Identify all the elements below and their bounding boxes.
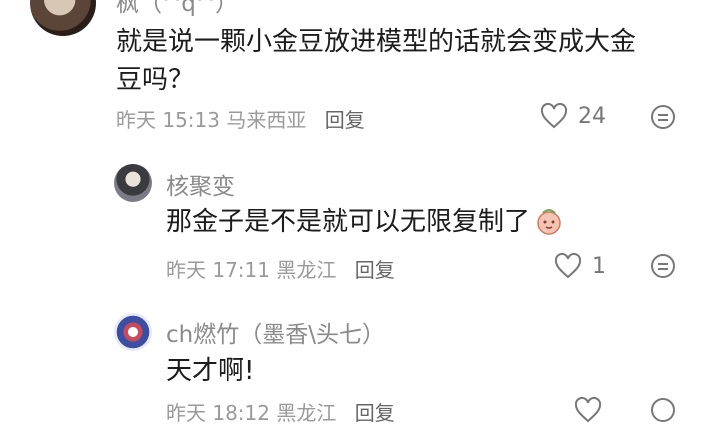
comment-author[interactable]: ch燃竹（墨香\头七） <box>166 315 385 349</box>
comment-meta: 昨天 17:11 黑龙江 回复 <box>166 254 395 283</box>
heart-icon[interactable] <box>574 397 602 423</box>
emoji-icon <box>534 206 564 236</box>
more-icon[interactable] <box>650 104 676 130</box>
comment-text-continued: 豆吗？ <box>116 65 195 95</box>
like-count: 24 <box>578 103 606 129</box>
like-button[interactable]: 24 <box>540 103 606 129</box>
heart-icon <box>540 103 568 129</box>
comment-meta: 昨天 18:12 黑龙江 回复 <box>166 397 395 426</box>
comment-author[interactable]: 枫（^q^） <box>116 0 238 18</box>
comment-meta: 昨天 15:13 马来西亚 回复 <box>116 104 365 133</box>
comment-time: 昨天 17:11 <box>166 258 270 282</box>
reply-button[interactable]: 回复 <box>355 258 395 282</box>
more-icon[interactable] <box>650 253 676 279</box>
comment-text: 就是说一颗小金豆放进模型的话就会变成大金 <box>116 27 637 57</box>
avatar[interactable] <box>114 164 152 202</box>
more-icon[interactable] <box>650 397 676 423</box>
heart-icon <box>554 253 582 279</box>
reply-button[interactable]: 回复 <box>325 108 365 132</box>
comment-text: 那金子是不是就可以无限复制了 <box>166 203 564 241</box>
like-count: 1 <box>592 253 606 279</box>
like-button[interactable]: 1 <box>554 253 606 279</box>
avatar[interactable] <box>30 0 96 36</box>
avatar[interactable] <box>114 313 152 351</box>
comment-time: 昨天 15:13 <box>116 108 220 132</box>
comment-location: 黑龙江 <box>276 258 337 282</box>
comment-text-content: 那金子是不是就可以无限复制了 <box>166 207 531 237</box>
comment-location: 马来西亚 <box>226 108 307 132</box>
comment-author[interactable]: 核聚变 <box>166 167 235 201</box>
comment-text: 天才啊! <box>166 356 255 386</box>
